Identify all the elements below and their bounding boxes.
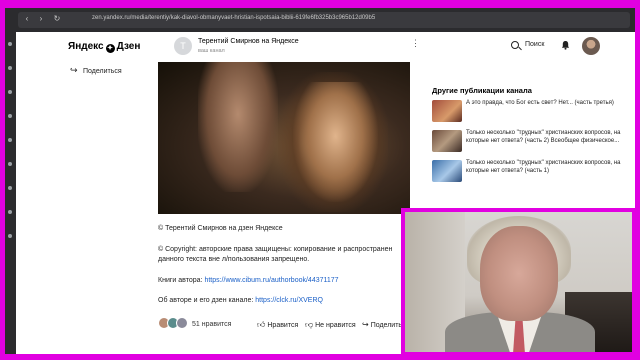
zen-star-icon: ✦ [105,44,115,53]
related-post[interactable]: Только несколько "трудных" христианских … [432,160,622,186]
related-post[interactable]: Только несколько "трудных" христианских … [432,130,622,156]
share-icon: ↪ [362,320,369,329]
webcam-video [405,212,632,352]
search-icon[interactable] [511,41,519,49]
post-thumbnail [432,130,462,152]
books-label: Книги автора: [158,277,203,284]
sidebar-title: Другие публикации канала [432,86,532,95]
share-bottom-button[interactable]: ↪ Поделить [362,320,402,329]
article-image [158,62,410,214]
more-icon[interactable]: ⋮ [411,38,420,49]
magenta-frame: ‹ › ↻ zen.yandex.ru/media/terentiy/kak-d… [0,0,640,360]
search-button[interactable]: Поиск [525,41,544,48]
books-paragraph: Книги автора: https://www.cibum.ru/autho… [158,277,339,284]
channel-subtitle: ваш канал [198,48,225,54]
reload-icon[interactable]: ↻ [52,14,62,24]
about-link[interactable]: https://clck.ru/XVERQ [255,297,323,304]
about-label: Об авторе и его дзен канале: [158,297,254,304]
webcam-face [480,226,558,321]
zen-logo[interactable]: Яндекс ✦ Дзен [68,41,140,53]
like-button[interactable]: 👍︎ Нравится [257,320,298,330]
related-post[interactable]: А это правда, что Бог есть свет? Нет... … [432,100,622,126]
webcam-overlay [401,208,636,356]
likes-count[interactable]: 51 нравится [192,321,231,328]
post-title: А это правда, что Бог есть свет? Нет... … [466,100,614,106]
url-text[interactable]: zen.yandex.ru/media/terentiy/kak-diavol-… [92,15,375,21]
share-label: Поделиться [83,68,122,75]
post-thumbnail [432,100,462,122]
books-link[interactable]: https://www.cibum.ru/authorbook/44371177 [204,277,338,284]
like-label: Нравится [267,322,299,329]
forward-icon[interactable]: › [36,14,46,24]
browser-sidebar [5,8,16,354]
share-button[interactable]: ↪ Поделиться [70,65,122,76]
logo-suffix: Дзен [116,41,141,52]
site-header: Яндекс ✦ Дзен Т Терентий Смирнов на Яндекс… [16,32,635,60]
user-avatar[interactable] [582,37,600,55]
dislike-label: Не нравится [315,322,356,329]
channel-title[interactable]: Терентий Смирнов на Яндексе [198,38,299,45]
avatar [176,317,188,329]
logo-text: Яндекс [68,41,104,52]
about-paragraph: Об авторе и его дзен канале: https://clc… [158,297,323,304]
back-icon[interactable]: ‹ [22,14,32,24]
post-title: Только несколько "трудных" христианских … [466,130,621,144]
image-mask-face [293,82,378,202]
copyright-line: © Терентий Смирнов на дзен Яндексе [158,225,283,232]
share-bottom-label: Поделить [370,322,403,329]
dislike-button[interactable]: 👎︎ Не нравится [305,320,356,330]
thumbs-up-icon: 👍︎ [257,320,266,329]
rights-line-2: данного текста вне л/пользования запреще… [158,256,310,263]
bell-icon[interactable] [561,40,570,50]
channel-avatar[interactable]: Т [174,37,192,55]
image-figure-dark [198,62,278,192]
thumbs-down-icon: 👎︎ [305,320,314,329]
share-icon: ↪ [70,65,78,75]
rights-line-1: © Copyright: авторские права защищены: к… [158,246,393,253]
post-thumbnail [432,160,462,182]
post-title: Только несколько "трудных" христианских … [466,160,621,174]
